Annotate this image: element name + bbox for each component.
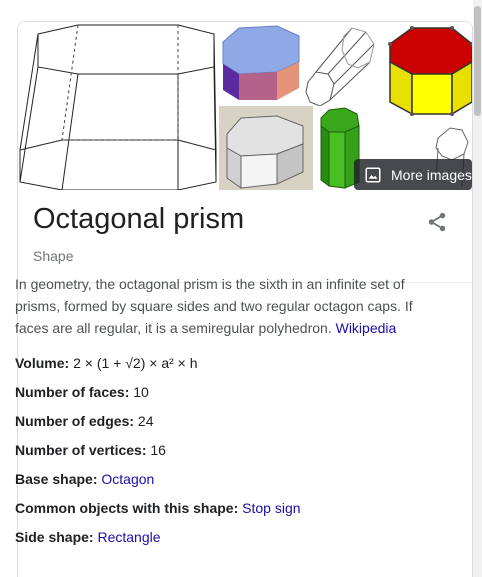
fact-key: Number of edges:	[15, 413, 135, 429]
fact-value: 24	[137, 413, 154, 429]
fact-faces: Number of faces: 10	[15, 382, 435, 411]
side-shape-link[interactable]: Rectangle	[97, 529, 160, 545]
base-shape-link[interactable]: Octagon	[101, 471, 154, 487]
fact-key: Base shape:	[15, 471, 98, 487]
fact-edges: Number of edges: 24	[15, 411, 435, 440]
fact-vertices: Number of vertices: 16	[15, 440, 435, 469]
image-colored-prism[interactable]	[219, 22, 303, 104]
share-icon	[428, 212, 446, 232]
page-subtitle: Shape	[33, 248, 74, 264]
wikipedia-link[interactable]: Wikipedia	[336, 320, 397, 336]
share-button[interactable]	[426, 211, 448, 233]
scrollbar[interactable]	[473, 0, 482, 577]
fact-key: Side shape:	[15, 529, 94, 545]
fact-base-shape: Base shape: Octagon	[15, 469, 435, 498]
more-images-button[interactable]: More images	[354, 159, 472, 190]
fact-key: Number of vertices:	[15, 442, 147, 458]
image-icon	[365, 167, 381, 182]
fact-key: Common objects with this shape:	[15, 500, 239, 516]
fact-key: Number of faces:	[15, 384, 130, 400]
image-red-yellow-prism[interactable]	[376, 22, 472, 126]
fact-value: 2 × (1 + √2) × a² × h	[73, 355, 198, 371]
fact-value: 10	[133, 384, 149, 400]
scrollbar-thumb[interactable]	[474, 6, 481, 116]
image-gray-prism[interactable]	[219, 106, 313, 190]
fact-volume: Volume: 2 × (1 + √2) × a² × h	[15, 353, 435, 382]
facts-list: Volume: 2 × (1 + √2) × a² × h Number of …	[15, 353, 435, 556]
fact-common-objects: Common objects with this shape: Stop sig…	[15, 498, 435, 527]
fact-key: Volume:	[15, 355, 70, 371]
stop-sign-link[interactable]: Stop sign	[242, 500, 300, 516]
description: In geometry, the octagonal prism is the …	[15, 273, 435, 339]
fact-value: 16	[150, 442, 166, 458]
title-area: Octagonal prism Shape	[18, 190, 472, 283]
page-title: Octagonal prism	[33, 203, 245, 235]
fact-side-shape: Side shape: Rectangle	[15, 527, 435, 556]
image-mosaic: More images	[18, 22, 472, 190]
image-wireframe-prism[interactable]	[18, 22, 217, 190]
more-images-label: More images	[391, 166, 472, 183]
